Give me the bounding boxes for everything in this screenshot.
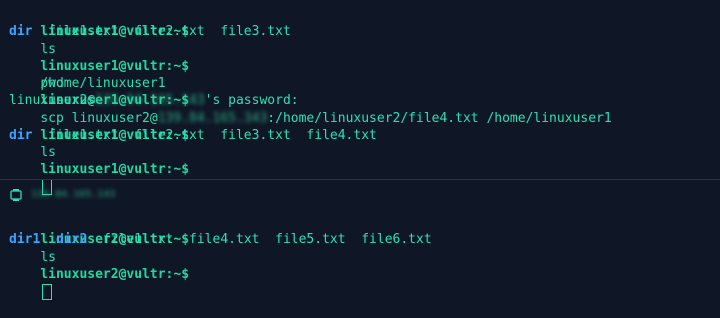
- terminal-line: linuxuser2@vultr:~$: [9, 249, 720, 300]
- blurred-host: 139.84.165.143: [31, 189, 116, 200]
- dir-entry: dir: [9, 127, 33, 143]
- output: /home/linuxuser1: [40, 76, 166, 91]
- prompt: linuxuser1@vultr:~$: [40, 162, 190, 178]
- dir-entry: dir2: [55, 232, 88, 248]
- terminal-pane-bottom[interactable]: 139.84.165.143 linuxuser2@vultr:~$ ls di…: [0, 184, 720, 300]
- blurred-ip: 139.84.165.343: [157, 110, 268, 126]
- terminal-pane-top[interactable]: linuxuser1@vultr:~$ ls dir file1.txt fil…: [0, 6, 720, 195]
- password-suffix: 's password:: [204, 93, 299, 109]
- terminal-line: linuxuser1@vultr:~$ ls: [9, 6, 720, 56]
- pane-divider[interactable]: [0, 179, 720, 180]
- password-prefix: linuxuser2@: [9, 93, 96, 109]
- terminal-host-icon: [9, 188, 23, 202]
- host-bar: 139.84.165.143: [9, 184, 720, 206]
- command-prefix: scp linuxuser2@: [40, 110, 158, 126]
- terminal-line: dir file1.txt file2.txt file3.txt: [9, 23, 720, 40]
- terminal-line: linuxuser2@139.84.165.143's password:: [9, 92, 720, 109]
- terminal-line: linuxuser2@vultr:~$ ls: [9, 214, 720, 264]
- dir-entry: dir1: [9, 232, 41, 248]
- cursor: [42, 283, 53, 300]
- prompt: linuxuser1@vultr:~$: [40, 58, 190, 74]
- dir-entry: dir: [9, 24, 33, 40]
- terminal-line: linuxuser1@vultr:~$ pwd: [9, 41, 720, 91]
- command-suffix: :/home/linuxuser2/file4.txt /home/linuxu…: [267, 110, 612, 126]
- blurred-ip: 139.84.165.143: [95, 93, 205, 109]
- terminal-line: dir file1.txt file2.txt file3.txt file4.…: [9, 127, 720, 144]
- file-list: file1.txt file2.txt file3.txt: [48, 24, 291, 40]
- file-list: file1.txt file4.txt file5.txt file6.txt: [102, 232, 432, 248]
- file-list: file1.txt file2.txt file3.txt file4.txt: [48, 127, 377, 143]
- terminal-line: dir1 dir2 file1.txt file4.txt file5.txt …: [9, 231, 720, 248]
- terminal-line: linuxuser1@vultr:~$: [9, 144, 720, 195]
- command: ls: [40, 249, 56, 265]
- command: ls: [40, 41, 56, 57]
- prompt: linuxuser2@vultr:~$: [40, 266, 190, 282]
- command: ls: [40, 145, 56, 160]
